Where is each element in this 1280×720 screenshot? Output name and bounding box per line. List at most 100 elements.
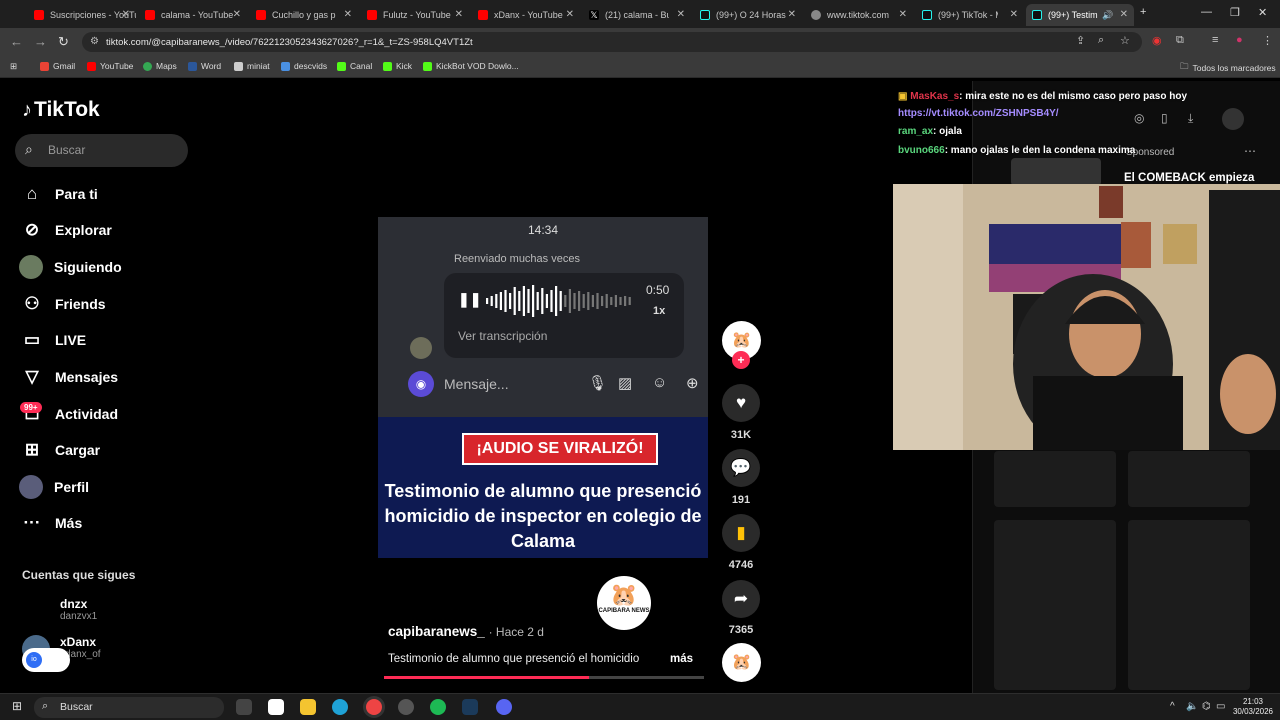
nav-friends[interactable]: ⚇ Friends: [22, 292, 105, 316]
more-description-button[interactable]: más: [670, 653, 693, 665]
follow-button[interactable]: +: [732, 351, 750, 369]
tab-cuchillo[interactable]: Cuchillo y gas pimienta✕: [250, 4, 358, 26]
tab-testimonio-active[interactable]: (99+) Testimonio🔊✕: [1026, 4, 1134, 26]
thumbnail-placeholder[interactable]: [994, 451, 1116, 507]
mobile-icon[interactable]: ▯: [1161, 111, 1168, 125]
restore-button[interactable]: ❐: [1230, 6, 1240, 19]
media-controls-icon[interactable]: ≡: [1212, 34, 1218, 46]
tray-chevron-icon[interactable]: ^: [1170, 701, 1175, 712]
close-tab-icon[interactable]: ✕: [233, 9, 241, 20]
task-view-icon[interactable]: [236, 699, 252, 715]
thumbnail-placeholder[interactable]: [1128, 451, 1250, 507]
thumbnail-placeholder[interactable]: [1128, 520, 1250, 690]
spotify-icon[interactable]: [430, 699, 446, 715]
close-tab-icon[interactable]: ✕: [122, 9, 130, 20]
tab-x-calama[interactable]: 𝕏(21) calama - Buscar / X✕: [583, 4, 691, 26]
start-button[interactable]: ⊞: [12, 699, 22, 713]
nav-para-ti[interactable]: ⌂ Para ti: [22, 182, 98, 206]
video-author[interactable]: capibaranews_ · Hace 2 d: [388, 624, 544, 639]
share-button[interactable]: ➦: [722, 580, 760, 618]
profile-avatar[interactable]: ●: [1236, 34, 1243, 46]
nav-perfil[interactable]: Perfil: [19, 475, 89, 499]
thumbnail-placeholder[interactable]: [994, 520, 1116, 690]
browser-menu-icon[interactable]: ⋮: [1262, 34, 1273, 47]
profile-avatar[interactable]: [1222, 108, 1244, 130]
battery-icon[interactable]: ▭: [1216, 701, 1225, 712]
close-tab-icon[interactable]: ✕: [788, 9, 796, 20]
extensions-icon[interactable]: ⧉: [1176, 34, 1184, 47]
speed-icon[interactable]: ◎: [1134, 111, 1144, 125]
nav-explorar[interactable]: ⊘ Explorar: [22, 218, 112, 242]
bookmark-maps[interactable]: Maps: [143, 61, 177, 71]
more-options-icon[interactable]: ⋯: [1244, 144, 1256, 158]
tab-24horas[interactable]: (99+) O 24 Horas ✕: [694, 4, 802, 26]
close-tab-icon[interactable]: ✕: [455, 9, 463, 20]
edge-icon[interactable]: [332, 699, 348, 715]
bookmark-kickbot[interactable]: KickBot VOD Dowlo...: [423, 61, 519, 71]
volume-icon[interactable]: 🔈: [1186, 701, 1198, 712]
ad-thumbnail[interactable]: [1011, 158, 1101, 186]
store-icon[interactable]: [268, 699, 284, 715]
nav-mensajes[interactable]: ▽ Mensajes: [22, 365, 118, 389]
taskbar-search[interactable]: ⌕ Buscar: [34, 697, 224, 718]
tab-fulutz[interactable]: Fulutz - YouTube ✕: [361, 4, 469, 26]
nav-siguiendo[interactable]: Siguiendo: [19, 255, 122, 279]
keyboard-toggle[interactable]: io: [22, 648, 70, 672]
chrome-icon[interactable]: [366, 699, 382, 715]
speaker-icon[interactable]: 🔊: [1102, 10, 1113, 21]
site-info-icon[interactable]: ⚙: [90, 36, 99, 47]
network-icon[interactable]: ⌬: [1202, 701, 1211, 712]
back-button[interactable]: ←: [10, 34, 23, 49]
nav-live[interactable]: ▭ LIVE: [22, 328, 86, 352]
forward-button[interactable]: →: [34, 34, 47, 49]
url-input[interactable]: ⚙ tiktok.com/@capibaranews_/video/7622123…: [82, 32, 1142, 52]
tab-xdanx[interactable]: xDanx - YouTube ✕: [472, 4, 580, 26]
close-tab-icon[interactable]: ✕: [1120, 9, 1128, 20]
reload-button[interactable]: ↻: [58, 34, 69, 50]
following-account-dnzx[interactable]: dnzx danzvx1: [22, 597, 97, 625]
tab-calama-youtube[interactable]: calama - YouTube ✕: [139, 4, 247, 26]
close-tab-icon[interactable]: ✕: [677, 9, 685, 20]
new-tab-button[interactable]: +: [1140, 6, 1146, 18]
bookmark-star-icon[interactable]: ☆: [1120, 34, 1130, 47]
like-button[interactable]: ♥: [722, 384, 760, 422]
obs-icon[interactable]: [398, 699, 414, 715]
download-icon[interactable]: ⤓: [1188, 111, 1193, 126]
bookmark-gmail[interactable]: Gmail: [40, 61, 75, 71]
close-tab-icon[interactable]: ✕: [344, 9, 352, 20]
steam-icon[interactable]: [462, 699, 478, 715]
tab-tiktok-main[interactable]: (99+) TikTok - Make Your Day✕: [916, 4, 1024, 26]
video-progress-bar[interactable]: [384, 676, 704, 679]
nav-mas[interactable]: ··· Más: [22, 511, 83, 535]
bookmark-kick[interactable]: Kick: [383, 61, 412, 71]
nav-cargar[interactable]: ⊞ Cargar: [22, 438, 100, 462]
minimize-button[interactable]: —: [1201, 6, 1212, 18]
taskbar-clock[interactable]: 21:03 30/03/2026: [1228, 697, 1278, 717]
bookmark-word[interactable]: Word: [188, 61, 221, 71]
comment-button[interactable]: 💬: [722, 449, 760, 487]
tab-tiktok-www[interactable]: www.tiktok.com ✕: [805, 4, 913, 26]
sound-avatar[interactable]: 🐹: [722, 643, 761, 682]
tab-suscripciones[interactable]: Suscripciones - YouTube✕: [28, 4, 136, 26]
close-tab-icon[interactable]: ✕: [899, 9, 907, 20]
chat-link[interactable]: https://vt.tiktok.com/ZSHNPSB4Y/: [898, 108, 1059, 119]
apps-grid-icon[interactable]: ⊞: [10, 61, 17, 72]
discord-icon[interactable]: [496, 699, 512, 715]
file-explorer-icon[interactable]: [300, 699, 316, 715]
zoom-icon[interactable]: ⌕: [1098, 34, 1104, 47]
all-bookmarks[interactable]: 🗀 Todos los marcadores: [1180, 61, 1276, 75]
bookmark-youtube[interactable]: YouTube: [87, 61, 133, 71]
install-app-icon[interactable]: ⇪: [1076, 34, 1085, 47]
bookmark-descvids[interactable]: descvids: [281, 61, 327, 71]
bookmark-canal[interactable]: Canal: [337, 61, 372, 71]
close-window-button[interactable]: ✕: [1258, 6, 1267, 19]
video-player[interactable]: 14:34 Reenviado muchas veces ❚❚ 0:50 1x …: [378, 217, 708, 558]
close-tab-icon[interactable]: ✕: [566, 9, 574, 20]
tiktok-logo[interactable]: ♪TikTok: [22, 98, 100, 122]
bookmark-miniat[interactable]: miniat: [234, 61, 270, 71]
close-tab-icon[interactable]: ✕: [1010, 9, 1018, 20]
record-extension-icon[interactable]: ◉: [1152, 34, 1162, 47]
ad-title[interactable]: El COMEBACK empieza: [1124, 172, 1254, 184]
save-button[interactable]: ▮: [722, 514, 760, 552]
search-input[interactable]: ⌕ Buscar: [15, 134, 188, 167]
